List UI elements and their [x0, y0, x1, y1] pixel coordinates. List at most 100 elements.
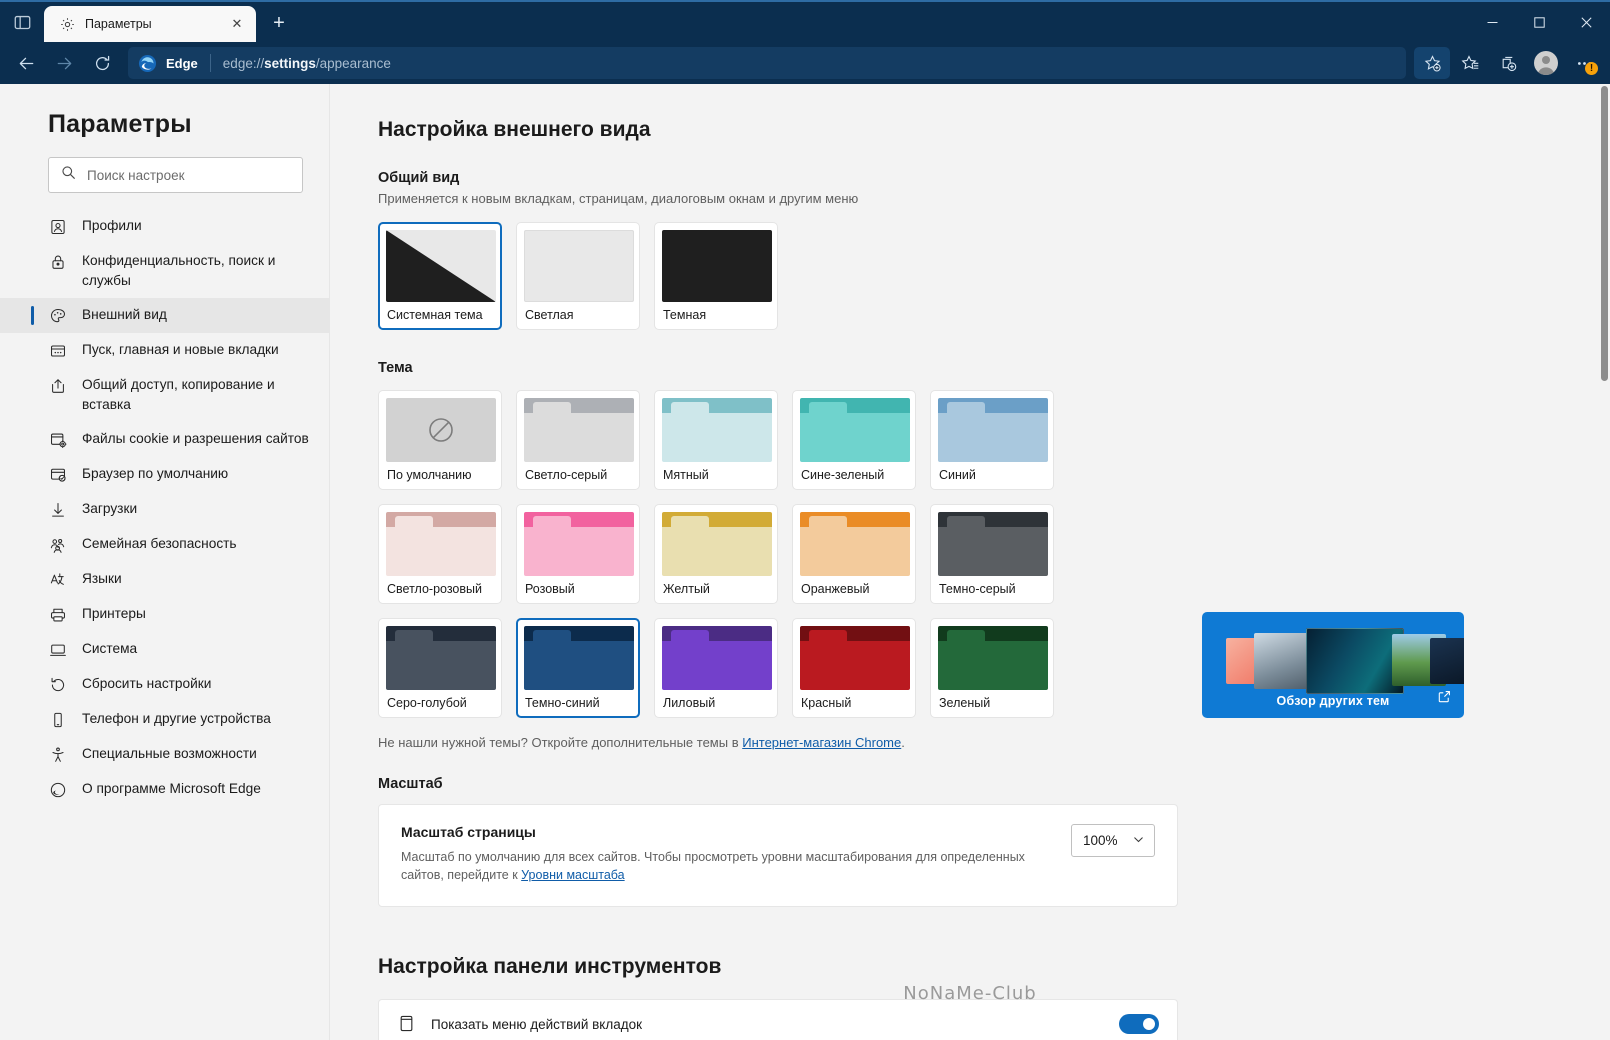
appearance-mode-label: Светлая: [525, 308, 574, 322]
settings-sidebar: Параметры Поиск настроек Профили Конфиден…: [0, 84, 330, 1040]
address-bar: Edge edge://settings/appearance !: [0, 42, 1610, 84]
theme-swatch: [800, 626, 910, 690]
sidebar-item-label: Загрузки: [82, 501, 138, 516]
edge-icon: [48, 780, 68, 800]
sidebar-item-11[interactable]: Принтеры: [0, 597, 329, 632]
overall-heading: Общий вид: [378, 170, 460, 186]
sidebar-item-label: Профили: [82, 218, 142, 233]
sidebar-item-label: Телефон и другие устройства: [82, 711, 271, 726]
sidebar-item-9[interactable]: Семейная безопасность: [0, 527, 329, 562]
forward-button[interactable]: [46, 47, 82, 79]
add-favorite-icon[interactable]: [1414, 47, 1450, 79]
sidebar-item-1[interactable]: Профили: [0, 209, 329, 244]
theme-card[interactable]: Розовый: [516, 504, 640, 604]
reload-button[interactable]: [84, 47, 120, 79]
sidebar-item-8[interactable]: Загрузки: [0, 492, 329, 527]
sidebar-item-15[interactable]: Специальные возможности: [0, 737, 329, 772]
sidebar-item-label: Специальные возможности: [82, 746, 257, 761]
sidebar-item-7[interactable]: Браузер по умолчанию: [0, 457, 329, 492]
minimize-button[interactable]: [1469, 2, 1516, 42]
theme-swatch-tab: [947, 402, 985, 413]
theme-label: Мятный: [663, 468, 709, 482]
theme-swatch: [524, 512, 634, 576]
appearance-mode-card[interactable]: Темная: [654, 222, 778, 330]
theme-card[interactable]: Серо-голубой: [378, 618, 502, 718]
sidebar-item-3[interactable]: Внешний вид: [0, 298, 329, 333]
tab-search-icon[interactable]: [0, 2, 44, 42]
browser-tab[interactable]: Параметры ✕: [44, 6, 256, 42]
sidebar-item-13[interactable]: Сбросить настройки: [0, 667, 329, 702]
theme-card[interactable]: Оранжевый: [792, 504, 916, 604]
sidebar-item-4[interactable]: Пуск, главная и новые вкладки: [0, 333, 329, 368]
theme-label: Желтый: [663, 582, 710, 596]
accessibility-icon: [48, 745, 68, 765]
brand-label: Edge: [166, 55, 198, 71]
download-icon: [48, 500, 68, 520]
theme-card[interactable]: Темно-синий: [516, 618, 640, 718]
collections-icon[interactable]: [1490, 47, 1526, 79]
profile-avatar[interactable]: [1528, 47, 1564, 79]
theme-card[interactable]: Светло-розовый: [378, 504, 502, 604]
sidebar-item-6[interactable]: Файлы cookie и разрешения сайтов: [0, 422, 329, 457]
browse-more-themes-card[interactable]: Обзор других тем: [1202, 612, 1464, 718]
chrome-webstore-link[interactable]: Интернет-магазин Chrome: [742, 735, 901, 750]
sidebar-item-label: Внешний вид: [82, 307, 167, 322]
theme-swatch-body: [662, 413, 772, 462]
search-placeholder: Поиск настроек: [87, 167, 185, 183]
close-tab-button[interactable]: ✕: [226, 13, 248, 35]
theme-swatch: [386, 512, 496, 576]
zoom-levels-link[interactable]: Уровни масштаба: [521, 868, 624, 882]
appearance-mode-card[interactable]: Системная тема: [378, 222, 502, 330]
theme-card[interactable]: Лиловый: [654, 618, 778, 718]
new-tab-button[interactable]: +: [262, 6, 296, 40]
update-alert-badge: !: [1585, 62, 1598, 75]
settings-more-icon[interactable]: !: [1566, 47, 1602, 79]
edge-icon: [138, 54, 157, 73]
favorites-icon[interactable]: [1452, 47, 1488, 79]
theme-thumbnails: [1202, 626, 1464, 694]
theme-label: Зеленый: [939, 696, 991, 710]
theme-card[interactable]: Мятный: [654, 390, 778, 490]
theme-swatch: [800, 512, 910, 576]
zoom-level-select[interactable]: 100%: [1071, 824, 1155, 857]
title-bar: Параметры ✕ +: [0, 0, 1610, 42]
theme-label: Светло-розовый: [387, 582, 482, 596]
tab-actions-toggle[interactable]: [1119, 1014, 1159, 1035]
theme-card[interactable]: Темно-серый: [930, 504, 1054, 604]
theme-swatch-body: [386, 527, 496, 576]
appearance-mode-card[interactable]: Светлая: [516, 222, 640, 330]
sidebar-item-12[interactable]: Система: [0, 632, 329, 667]
settings-page: Параметры Поиск настроек Профили Конфиден…: [0, 84, 1610, 1040]
theme-card[interactable]: Светло-серый: [516, 390, 640, 490]
sidebar-item-5[interactable]: Общий доступ, копирование и вставка: [0, 368, 329, 422]
theme-card[interactable]: Сине-зеленый: [792, 390, 916, 490]
theme-card[interactable]: Желтый: [654, 504, 778, 604]
theme-card[interactable]: Красный: [792, 618, 916, 718]
theme-swatch-tab: [809, 516, 847, 527]
page-title: Параметры: [48, 110, 192, 138]
theme-swatch-tab: [809, 630, 847, 641]
maximize-button[interactable]: [1516, 2, 1563, 42]
url-input[interactable]: Edge edge://settings/appearance: [128, 47, 1406, 79]
theme-card[interactable]: По умолчанию: [378, 390, 502, 490]
tab-actions-label: Показать меню действий вкладок: [431, 1016, 643, 1032]
family-icon: [48, 535, 68, 555]
sidebar-item-10[interactable]: Языки: [0, 562, 329, 597]
vertical-scrollbar[interactable]: [1598, 84, 1610, 1040]
scrollbar-thumb[interactable]: [1601, 86, 1608, 381]
tab-title: Параметры: [85, 17, 152, 31]
theme-swatch-tab: [533, 516, 571, 527]
theme-swatch-tab: [533, 630, 571, 641]
theme-card[interactable]: Зеленый: [930, 618, 1054, 718]
theme-card[interactable]: Синий: [930, 390, 1054, 490]
sidebar-item-2[interactable]: Конфиденциальность, поиск и службы: [0, 244, 329, 298]
sidebar-nav: Профили Конфиденциальность, поиск и служб…: [0, 209, 329, 807]
theme-heading: Тема: [378, 360, 413, 376]
close-window-button[interactable]: [1563, 2, 1610, 42]
tab-actions-setting-row: Показать меню действий вкладок: [378, 999, 1178, 1040]
sidebar-item-16[interactable]: О программе Microsoft Edge: [0, 772, 329, 807]
search-input[interactable]: Поиск настроек: [48, 157, 303, 193]
sidebar-item-14[interactable]: Телефон и другие устройства: [0, 702, 329, 737]
default-browser-icon: [48, 465, 68, 485]
back-button[interactable]: [8, 47, 44, 79]
